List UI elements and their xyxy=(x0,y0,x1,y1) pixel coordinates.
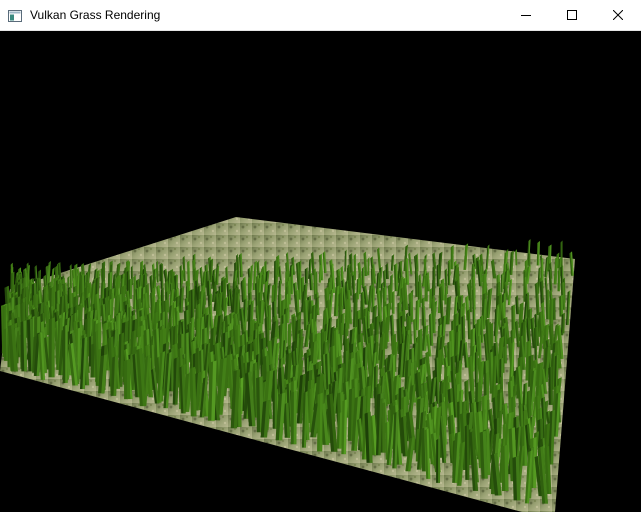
grass-blade-highlight xyxy=(127,359,131,400)
grass-blade-highlight xyxy=(561,240,563,268)
grass-blade-highlight xyxy=(426,274,428,302)
grass-blade-highlight xyxy=(452,245,454,270)
grass-blade-highlight xyxy=(130,278,132,299)
title-bar[interactable]: Vulkan Grass Rendering xyxy=(0,0,641,31)
grass-blade-highlight xyxy=(293,390,297,445)
app-window-icon xyxy=(8,9,22,22)
close-button[interactable] xyxy=(595,0,641,31)
grass-blade-highlight xyxy=(550,366,553,405)
close-icon xyxy=(612,7,624,25)
grass-blade-highlight xyxy=(51,317,55,378)
grass-blade-highlight xyxy=(268,304,272,331)
minimize-icon xyxy=(521,7,531,25)
maximize-button[interactable] xyxy=(549,0,595,31)
grass-blade-highlight xyxy=(438,437,441,483)
grass-blade-highlight xyxy=(354,253,357,281)
grass-blade-highlight xyxy=(476,350,478,388)
minimize-button[interactable] xyxy=(503,0,549,31)
grass-blade-highlight xyxy=(65,324,68,383)
application-window: Vulkan Grass Rendering xyxy=(0,0,641,512)
grass-scene xyxy=(0,217,575,512)
window-title: Vulkan Grass Rendering xyxy=(30,8,161,22)
grass-blade-highlight xyxy=(381,402,386,453)
render-viewport[interactable] xyxy=(0,31,641,512)
grass-blade-highlight xyxy=(393,290,395,314)
maximize-icon xyxy=(567,7,577,25)
grass-blade-highlight xyxy=(504,327,507,364)
grass-blade-highlight xyxy=(186,332,190,375)
grass-blade-highlight xyxy=(502,346,505,373)
grass-blade-highlight xyxy=(274,369,277,429)
grass-blade-highlight xyxy=(306,267,308,284)
